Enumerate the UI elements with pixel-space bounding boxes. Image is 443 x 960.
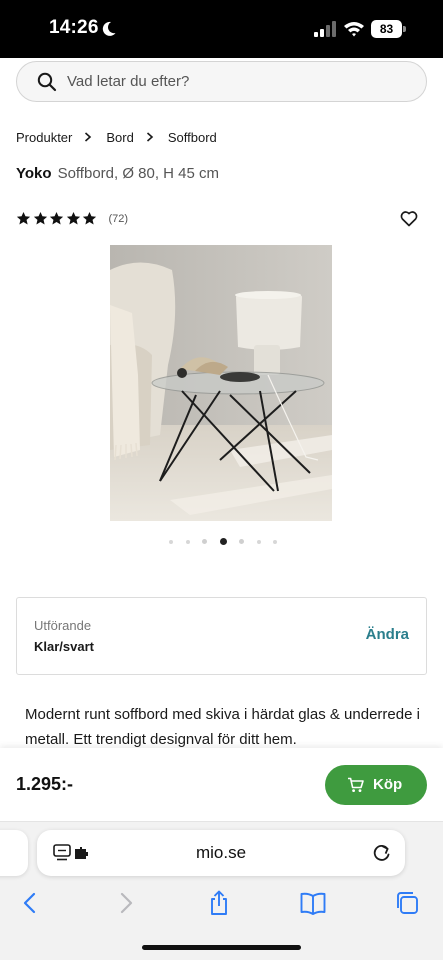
address-text: mio.se [195,843,247,862]
product-short-description: Soffbord, Ø 80, H 45 cm [57,165,220,182]
star-icon [16,211,31,225]
share-icon[interactable] [206,890,232,916]
battery-level: 83 [371,20,402,38]
cart-icon [348,777,364,792]
battery-icon: 83 [371,20,406,38]
search-placeholder: Vad letar du efter? [67,73,190,90]
breadcrumb-item-produkter[interactable]: Produkter [16,130,72,145]
change-variant-button[interactable]: Ändra [366,626,409,643]
carousel-dot-active[interactable] [219,538,227,545]
status-time: 14:26 [49,17,99,38]
back-icon[interactable] [17,890,43,916]
variant-value: Klar/svart [34,639,94,654]
buy-button-label: Köp [373,776,403,793]
carousel-dot[interactable] [185,539,190,544]
product-title: Yoko Soffbord, Ø 80, H 45 cm [16,165,219,182]
status-bar: 14:26 83 [0,0,443,58]
search-input[interactable]: Vad letar du efter? [16,61,427,102]
home-indicator [142,945,301,950]
previous-tab-preview[interactable] [0,830,28,876]
buy-button[interactable]: Köp [325,765,427,805]
star-icon [82,211,97,225]
star-icon [66,211,80,225]
chevron-right-icon [146,132,154,142]
chevron-right-icon [85,132,92,142]
rating-stars [16,211,99,226]
buy-bar: 1.295:- Köp [0,748,443,822]
star-icon [49,211,64,225]
carousel-dot[interactable] [239,539,244,544]
product-description: Modernt runt soffbord med skiva i härdat… [25,706,420,748]
tabs-icon[interactable] [394,890,420,916]
carousel-dot[interactable] [202,539,207,544]
variant-selector[interactable]: Utförande Klar/svart Ändra [16,597,427,675]
breadcrumb: Produkter Bord Soffbord [16,128,217,146]
bookmarks-icon[interactable] [300,890,326,916]
reload-icon[interactable] [372,843,391,863]
product-brand: Yoko [16,165,52,182]
carousel-dot[interactable] [256,539,261,544]
carousel-dot[interactable] [273,539,277,544]
search-icon [37,72,57,92]
forward-icon[interactable] [113,890,139,916]
address-bar[interactable]: mio.se [37,830,405,876]
signal-icon [314,21,336,37]
star-icon [33,211,47,225]
heart-icon[interactable] [400,210,418,227]
screen: 14:26 83 Vad letar du efter? Produkter B… [0,0,443,960]
rating[interactable]: (72) [16,211,128,226]
image-carousel-dots[interactable] [169,538,290,545]
breadcrumb-item-soffbord[interactable]: Soffbord [168,130,217,145]
carousel-dot[interactable] [169,539,173,544]
rating-count: (72) [108,212,129,225]
moon-icon [102,21,116,36]
product-image[interactable] [110,245,332,521]
breadcrumb-item-bord[interactable]: Bord [106,130,133,145]
variant-label: Utförande [34,618,92,633]
price: 1.295:- [16,774,74,794]
wifi-icon [344,22,364,37]
